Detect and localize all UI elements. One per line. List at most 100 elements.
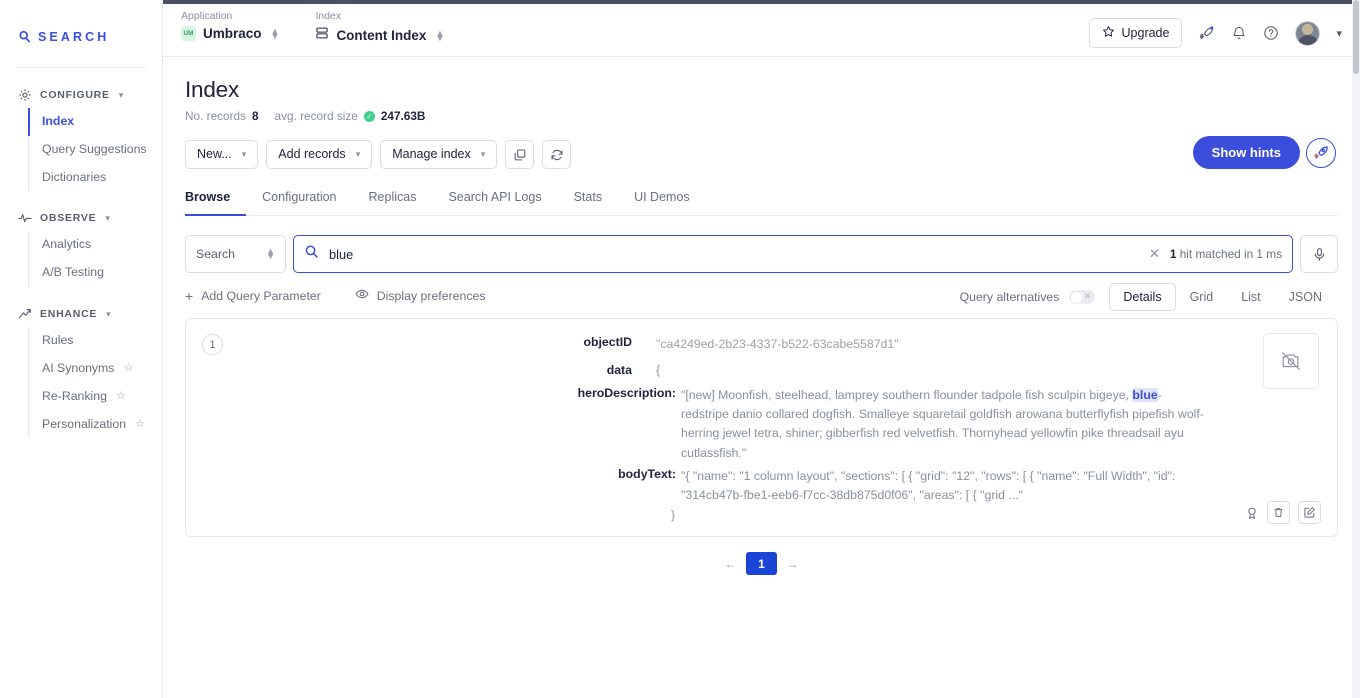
display-preferences-label: Display preferences <box>376 288 486 303</box>
help-circle-icon[interactable] <box>1263 25 1279 41</box>
index-value[interactable]: Content Index ▲ ▼ <box>315 26 444 45</box>
refresh-icon[interactable] <box>542 140 572 169</box>
badge-icon[interactable] <box>1245 506 1259 520</box>
view-grid-button[interactable]: Grid <box>1176 283 1228 311</box>
page-1-button[interactable]: 1 <box>746 552 777 575</box>
result-card: 1 objectID "ca4249ed-2b23-4337-b522-63ca… <box>185 318 1338 537</box>
new-label: New... <box>197 147 232 162</box>
sidebar: SEARCH CONFIGURE ▾ Index Query Suggestio… <box>0 0 163 698</box>
sidebar-item-label: Re-Ranking <box>42 388 107 403</box>
hits-text: hit matched in 1 ms <box>1179 247 1282 261</box>
nav-head-enhance[interactable]: ENHANCE ▾ <box>0 301 162 327</box>
avatar[interactable] <box>1295 20 1321 46</box>
close-icon[interactable]: ✕ <box>1149 246 1160 262</box>
tab-stats[interactable]: Stats <box>574 186 619 216</box>
page-scrollbar[interactable] <box>1352 0 1360 698</box>
sidebar-item-dictionaries[interactable]: Dictionaries <box>28 164 162 192</box>
result-rank: 1 <box>202 334 223 355</box>
sidebar-item-label: Personalization <box>42 416 127 431</box>
arrow-left-icon[interactable]: ← <box>715 552 746 575</box>
new-button[interactable]: New... ▾ <box>185 140 259 169</box>
hits-status: 1 hit matched in 1 ms <box>1170 247 1282 261</box>
page-title: Index <box>185 77 240 102</box>
sidebar-item-personalization[interactable]: Personalization ☆ <box>28 411 162 439</box>
brand[interactable]: SEARCH <box>0 0 162 54</box>
add-query-parameter-label: Add Query Parameter <box>201 288 321 303</box>
view-list-button[interactable]: List <box>1227 283 1274 311</box>
arrow-right-icon[interactable]: → <box>777 552 808 575</box>
rocket-icon[interactable] <box>1198 25 1215 42</box>
microphone-icon[interactable] <box>1300 235 1338 273</box>
query-alternatives-toggle[interactable]: ✕ <box>1069 290 1096 304</box>
manage-index-label: Manage index <box>392 147 471 162</box>
sidebar-item-query-suggestions[interactable]: Query Suggestions <box>28 136 162 164</box>
add-records-button[interactable]: Add records ▾ <box>266 140 373 169</box>
trend-up-icon <box>18 307 32 321</box>
chevron-updown-icon: ▲ ▼ <box>270 25 280 41</box>
search-icon <box>304 244 319 264</box>
upgrade-button[interactable]: Upgrade <box>1088 18 1183 48</box>
field-herodescription: heroDescription: "[new] Moonfish, steelh… <box>524 386 1321 463</box>
field-key: objectID <box>583 335 632 349</box>
nav-group-configure: CONFIGURE ▾ Index Query Suggestions Dict… <box>0 82 162 192</box>
search-input[interactable] <box>329 246 1139 262</box>
tab-browse[interactable]: Browse <box>185 186 247 216</box>
nav-head-observe[interactable]: OBSERVE ▾ <box>0 205 162 231</box>
options-row: + Add Query Parameter Display preference… <box>185 283 1338 311</box>
records-label: No. records <box>185 109 246 123</box>
chevron-down-icon: ▾ <box>355 149 361 159</box>
manage-index-button[interactable]: Manage index ▾ <box>380 140 498 169</box>
star-icon: ☆ <box>123 361 134 374</box>
sidebar-item-re-ranking[interactable]: Re-Ranking ☆ <box>28 383 162 411</box>
sidebar-item-ab-testing[interactable]: A/B Testing <box>28 259 162 287</box>
main-content: Application UM Umbraco ▲ ▼ Index Content… <box>163 0 1360 698</box>
chevron-down-icon[interactable]: ▾ <box>1336 27 1342 40</box>
pagination: ← 1 → <box>185 552 1338 575</box>
chevron-down-icon: ▾ <box>480 149 486 159</box>
query-alternatives-label: Query alternatives <box>959 290 1060 304</box>
show-hints-button[interactable]: Show hints <box>1192 136 1300 169</box>
sidebar-item-rules[interactable]: Rules <box>28 327 162 355</box>
display-preferences-button[interactable]: Display preferences <box>355 287 486 304</box>
close-brace: } <box>671 508 676 523</box>
field-key: bodyText: <box>618 466 676 481</box>
search-scope-select[interactable]: Search ▲ ▼ <box>185 235 286 273</box>
check-circle-icon: ✓ <box>363 110 375 122</box>
add-records-label: Add records <box>278 147 346 162</box>
image-off-icon <box>1263 333 1319 389</box>
sidebar-item-analytics[interactable]: Analytics <box>28 231 162 259</box>
tab-ui-demos[interactable]: UI Demos <box>634 186 706 216</box>
view-toggle-group: Query alternatives ✕ Details Grid List J… <box>960 283 1336 311</box>
trash-icon[interactable] <box>1267 501 1290 524</box>
index-selector[interactable]: Index Content Index ▲ ▼ <box>315 10 444 45</box>
bell-icon[interactable] <box>1231 25 1247 41</box>
scrollbar-thumb[interactable] <box>1353 0 1359 74</box>
rocket-badge-icon[interactable] <box>1306 137 1336 168</box>
brand-text: SEARCH <box>38 30 110 44</box>
view-details-button[interactable]: Details <box>1109 283 1176 311</box>
field-value: "{ "name": "1 column layout", "sections"… <box>681 468 1176 502</box>
nav-items-configure: Index Query Suggestions Dictionaries <box>28 108 162 192</box>
sidebar-item-ai-synonyms[interactable]: AI Synonyms ☆ <box>28 355 162 383</box>
edit-icon[interactable] <box>1298 501 1321 524</box>
copy-icon[interactable] <box>505 140 535 169</box>
tab-configuration[interactable]: Configuration <box>262 186 352 216</box>
nav-group-label: OBSERVE <box>40 212 97 225</box>
tab-replicas[interactable]: Replicas <box>369 186 433 216</box>
field-value: "[new] Moonfish, steelhead, lamprey sout… <box>676 386 1209 463</box>
application-value[interactable]: UM Umbraco ▲ ▼ <box>181 26 279 41</box>
index-name: Content Index <box>336 28 427 43</box>
nav-group-label: CONFIGURE <box>40 89 110 101</box>
chevron-down-icon: ▾ <box>105 212 110 223</box>
search-logo-icon <box>18 30 31 45</box>
application-selector[interactable]: Application UM Umbraco ▲ ▼ <box>181 10 279 45</box>
data-subfields: heroDescription: "[new] Moonfish, steelh… <box>524 386 1321 522</box>
search-box[interactable]: ✕ 1 hit matched in 1 ms <box>293 235 1293 273</box>
nav-head-configure[interactable]: CONFIGURE ▾ <box>0 82 162 108</box>
view-json-button[interactable]: JSON <box>1275 283 1336 311</box>
sidebar-item-index[interactable]: Index <box>28 108 162 136</box>
window-top-strip <box>163 0 1352 4</box>
add-query-parameter-button[interactable]: + Add Query Parameter <box>185 288 321 304</box>
tab-search-api-logs[interactable]: Search API Logs <box>448 186 557 216</box>
nav-group-label: ENHANCE <box>40 308 98 321</box>
